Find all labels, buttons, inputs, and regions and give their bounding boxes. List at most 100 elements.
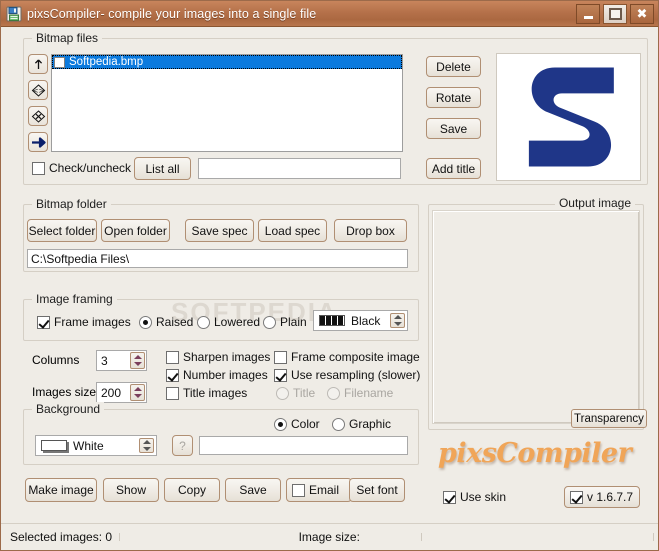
title-images-checkbox[interactable]: Title images [166, 386, 247, 403]
label-source-title-radio[interactable]: Title [276, 386, 315, 403]
select-folder-button[interactable]: Select folder [27, 219, 97, 242]
window-title: pixsCompiler- compile your images into a… [27, 6, 317, 21]
email-label: Email [309, 483, 340, 497]
title-radio-dot[interactable] [276, 386, 289, 400]
chevron-down-icon[interactable] [133, 394, 142, 399]
maximize-button[interactable] [603, 4, 627, 24]
background-color-combo[interactable]: White [35, 435, 157, 456]
save-button[interactable]: Save [225, 478, 281, 502]
graphic-radio-dot[interactable] [332, 417, 345, 431]
open-folder-button[interactable]: Open folder [101, 219, 170, 242]
color-radio-dot[interactable] [274, 417, 287, 431]
email-button[interactable]: Email [286, 478, 352, 502]
frame-composite-checkbox[interactable]: Frame composite image [274, 350, 420, 367]
status-divider [119, 533, 120, 541]
use-resampling-label: Use resampling (slower) [291, 368, 421, 382]
chevron-up-icon[interactable] [133, 386, 142, 391]
bitmap-folder-caption: Bitmap folder [32, 197, 111, 211]
list-item[interactable]: Softpedia.bmp [52, 55, 402, 69]
selected-images-text: Selected images: 0 [10, 530, 113, 544]
list-item-checkbox[interactable] [54, 56, 65, 68]
move-right-icon-button[interactable] [28, 132, 48, 152]
number-images-checkbox[interactable]: Number images [166, 368, 268, 385]
chevron-up-icon [393, 315, 402, 320]
version-checkbox[interactable] [570, 490, 583, 504]
frame-images-checkbox[interactable]: Frame images [37, 315, 131, 332]
background-graphic-radio[interactable]: Graphic [332, 417, 391, 434]
background-help-button[interactable]: ? [172, 435, 193, 456]
plain-label: Plain [280, 315, 307, 329]
move-up-icon [34, 59, 42, 69]
use-resampling-checkbox[interactable]: Use resampling (slower) [274, 368, 420, 385]
check-uncheck-checkbox[interactable]: Check/uncheck [32, 161, 131, 178]
filter-input[interactable] [198, 158, 401, 179]
app-logo: pixsCompiler [438, 438, 632, 469]
raised-radio-dot[interactable] [139, 315, 152, 329]
chevron-up-icon [142, 440, 151, 445]
delete-button[interactable]: Delete [426, 56, 481, 77]
background-color-spinner[interactable] [139, 438, 154, 453]
image-framing-caption: Image framing [32, 292, 117, 306]
background-color-radio[interactable]: Color [274, 417, 320, 434]
chevron-up-icon[interactable] [133, 354, 142, 359]
frame-composite-box[interactable] [274, 350, 287, 364]
list-all-button[interactable]: List all [134, 157, 191, 180]
frame-style-lowered-radio[interactable]: Lowered [197, 315, 260, 332]
use-resampling-box[interactable] [274, 368, 287, 382]
chevron-down-icon[interactable] [133, 362, 142, 367]
swap-icon-button[interactable]: <> [28, 80, 48, 100]
label-source-filename-radio[interactable]: Filename [327, 386, 393, 403]
lowered-label: Lowered [214, 315, 261, 329]
background-graphic-input[interactable] [199, 436, 408, 455]
frame-style-raised-radio[interactable]: Raised [139, 315, 193, 332]
drop-box-button[interactable]: Drop box [334, 219, 407, 242]
output-image-canvas[interactable] [432, 210, 640, 424]
filename-radio-dot[interactable] [327, 386, 340, 400]
frame-color-swatch [319, 315, 345, 326]
lowered-radio-dot[interactable] [197, 315, 210, 329]
image-preview[interactable] [496, 53, 641, 181]
columns-spinner[interactable] [130, 352, 145, 369]
email-checkbox[interactable] [292, 483, 305, 497]
images-size-stepper[interactable]: 200 [96, 382, 147, 403]
show-button[interactable]: Show [103, 478, 159, 502]
copy-button[interactable]: Copy [164, 478, 220, 502]
frame-color-combo[interactable]: Black [313, 310, 408, 331]
load-spec-button[interactable]: Load spec [258, 219, 327, 242]
make-image-button[interactable]: Make image [25, 478, 97, 502]
number-images-box[interactable] [166, 368, 179, 382]
set-font-button[interactable]: Set font [349, 478, 405, 502]
columns-value: 3 [101, 353, 108, 368]
save-image-button[interactable]: Save [426, 118, 481, 139]
columns-stepper[interactable]: 3 [96, 350, 147, 371]
frame-images-box[interactable] [37, 315, 50, 329]
sharpen-images-checkbox[interactable]: Sharpen images [166, 350, 270, 367]
images-size-label: Images size [32, 385, 97, 399]
sharpen-images-box[interactable] [166, 350, 179, 364]
title-images-box[interactable] [166, 386, 179, 400]
check-uncheck-box[interactable] [32, 161, 45, 175]
save-spec-button[interactable]: Save spec [185, 219, 254, 242]
softpedia-logo-image [528, 67, 614, 167]
frame-color-spinner[interactable] [390, 313, 405, 328]
close-button[interactable]: ✖ [630, 4, 654, 24]
status-bar: Selected images: 0 Image size: [1, 523, 658, 550]
rotate-button[interactable]: Rotate [426, 87, 481, 108]
use-skin-checkbox[interactable]: Use skin [443, 490, 506, 507]
add-title-button[interactable]: Add title [426, 158, 481, 179]
version-label: v 1.6.7.7 [587, 490, 634, 504]
delete-x-icon-button[interactable] [28, 106, 48, 126]
frame-style-plain-radio[interactable]: Plain [263, 315, 307, 332]
minimize-button[interactable] [576, 4, 600, 24]
bitmap-files-caption: Bitmap files [32, 31, 103, 45]
use-skin-box[interactable] [443, 490, 456, 504]
plain-radio-dot[interactable] [263, 315, 276, 329]
transparency-button[interactable]: Transparency [571, 409, 647, 428]
save-disk-icon [6, 6, 22, 22]
version-button[interactable]: v 1.6.7.7 [564, 486, 640, 508]
bitmap-files-listbox[interactable]: Softpedia.bmp [51, 54, 403, 152]
image-size-text: Image size: [298, 530, 360, 544]
move-up-icon-button[interactable] [28, 54, 48, 74]
folder-path-input[interactable] [27, 249, 408, 268]
images-size-spinner[interactable] [130, 384, 145, 401]
